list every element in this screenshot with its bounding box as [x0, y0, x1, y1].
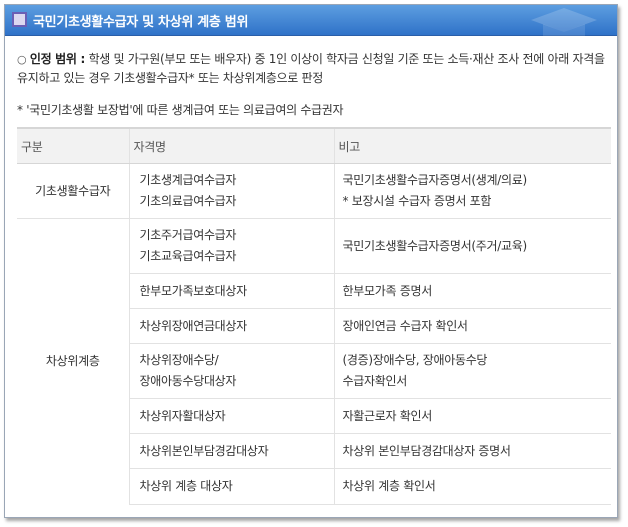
remarks-text: * 보장시설 수급자 증명서 포함 [342, 194, 492, 208]
remarks-text: (경증)장애수당, 장애아동수당 [342, 353, 488, 367]
info-panel: 국민기초생활수급자 및 차상위 계층 범위 ○ 인정 범위 : 학생 및 가구원… [4, 4, 618, 518]
remarks-text: 국민기초생활수급자증명서(생계/의료) [342, 173, 528, 187]
remarks-text: 자활근로자 확인서 [342, 408, 433, 423]
remarks-text: 수급자확인서 [342, 374, 408, 388]
qualification-cell: 기초생계급여수급자 기초의료급여수급자 [128, 163, 334, 219]
header-remarks: 비고 [333, 127, 611, 164]
qualification-text: 차상위장애수당/ [139, 353, 219, 367]
category-cell: 차상위계층 [17, 218, 129, 505]
qualification-cell: 차상위 계층 대상자 [128, 468, 334, 505]
circle-bullet-icon: ○ [17, 53, 27, 66]
remarks-cell: 자활근로자 확인서 [333, 398, 611, 434]
qualification-text: 기초주거급여수급자 [139, 228, 237, 242]
remarks-cell: 차상위 계층 확인서 [333, 468, 611, 505]
remarks-text: 장애인연금 수급자 확인서 [342, 318, 468, 333]
header-category: 구분 [17, 127, 129, 164]
criteria-text: 학생 및 가구원(부모 또는 배우자) 중 1인 이상이 학자금 신청일 기준 … [17, 52, 605, 85]
remarks-text: 국민기초생활수급자증명서(주거/교육) [342, 238, 528, 253]
qualification-text: 기초의료급여수급자 [139, 194, 237, 208]
remarks-text: 차상위 계층 확인서 [342, 479, 436, 493]
qualification-cell: 기초주거급여수급자 기초교육급여수급자 [128, 218, 334, 274]
remarks-cell: 차상위 본인부담경감대상자 증명서 [333, 433, 611, 469]
qualification-cell: 차상위본인부담경감대상자 [128, 433, 334, 469]
criteria-label: 인정 범위 : [29, 52, 86, 66]
qualification-text: 차상위장애연금대상자 [139, 318, 248, 333]
qualification-cell: 차상위장애수당/ 장애아동수당대상자 [128, 343, 334, 399]
table-header-row: 구분 자격명 비고 [17, 127, 611, 164]
qualification-text: 차상위자활대상자 [139, 408, 226, 423]
criteria-paragraph: ○ 인정 범위 : 학생 및 가구원(부모 또는 배우자) 중 1인 이상이 학… [17, 50, 607, 87]
qualification-cell: 한부모가족보호대상자 [128, 273, 334, 309]
remarks-cell: 한부모가족 증명서 [333, 273, 611, 309]
remarks-cell: 국민기초생활수급자증명서(생계/의료) * 보장시설 수급자 증명서 포함 [333, 163, 611, 219]
graduation-cap-icon [531, 8, 597, 36]
eligibility-table: 구분 자격명 비고 기초생활수급자 기초생계급여수급자 기초의료급여수급자 국민… [17, 127, 611, 505]
qualification-cell: 차상위자활대상자 [128, 398, 334, 434]
remarks-cell: 국민기초생활수급자증명서(주거/교육) [333, 218, 611, 274]
square-bullet-icon [12, 12, 27, 27]
qualification-text: 차상위 계층 대상자 [139, 479, 233, 493]
qualification-text: 차상위본인부담경감대상자 [139, 443, 269, 458]
qualification-text: 한부모가족보호대상자 [139, 283, 248, 298]
table-row: 기초생활수급자 기초생계급여수급자 기초의료급여수급자 국민기초생활수급자증명서… [17, 163, 611, 219]
qualification-text: 기초생계급여수급자 [139, 173, 237, 187]
footnote: * '국민기초생활 보장법'에 따른 생계급여 또는 의료급여의 수급권자 [17, 103, 344, 117]
panel-header: 국민기초생활수급자 및 차상위 계층 범위 [5, 5, 617, 36]
remarks-text: 차상위 본인부담경감대상자 증명서 [342, 443, 511, 458]
remarks-text: 한부모가족 증명서 [342, 283, 433, 298]
remarks-cell: 장애인연금 수급자 확인서 [333, 308, 611, 344]
qualification-text: 기초교육급여수급자 [139, 249, 237, 263]
category-cell: 기초생활수급자 [17, 163, 129, 219]
panel-title: 국민기초생활수급자 및 차상위 계층 범위 [33, 15, 249, 30]
qualification-cell: 차상위장애연금대상자 [128, 308, 334, 344]
qualification-text: 장애아동수당대상자 [139, 374, 237, 388]
table-row: 차상위계층 기초주거급여수급자 기초교육급여수급자 국민기초생활수급자증명서(주… [17, 218, 611, 505]
panel-content: ○ 인정 범위 : 학생 및 가구원(부모 또는 배우자) 중 1인 이상이 학… [5, 50, 617, 505]
header-qualification: 자격명 [128, 127, 334, 164]
remarks-cell: (경증)장애수당, 장애아동수당 수급자확인서 [333, 343, 611, 399]
